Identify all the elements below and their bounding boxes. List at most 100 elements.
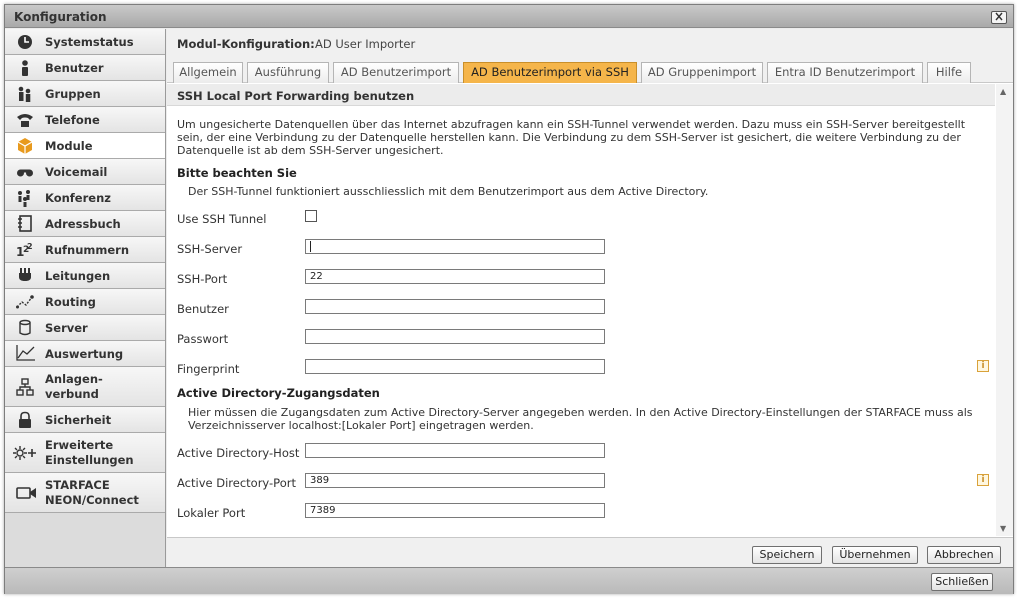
sidebar-item-label: Einstellungen — [45, 453, 134, 467]
sidebar-item-label: Sicherheit — [45, 413, 112, 427]
tab-ad-gruppenimport[interactable]: AD Gruppenimport — [641, 62, 763, 83]
lock-icon — [19, 411, 31, 428]
sidebar: Systemstatus Benutzer Gruppen Telefone M… — [5, 29, 166, 567]
conference-icon — [18, 190, 30, 207]
fingerprint-input[interactable] — [305, 359, 605, 374]
window-title: Konfiguration — [14, 10, 107, 24]
note-text: Der SSH-Tunnel funktioniert ausschliessl… — [188, 185, 709, 198]
local-port-label: Lokaler Port — [177, 506, 246, 520]
sidebar-item-gruppen[interactable]: Gruppen — [5, 81, 165, 107]
sidebar-item-sicherheit[interactable]: Sicherheit — [5, 407, 165, 433]
sidebar-item-label: Konferenz — [45, 191, 111, 205]
sidebar-item-label: Gruppen — [45, 87, 101, 101]
close-icon — [995, 12, 1003, 21]
sidebar-item-label: Routing — [45, 295, 96, 309]
numbers-icon: 122 — [16, 242, 33, 259]
sidebar-item-telefone[interactable]: Telefone — [5, 107, 165, 133]
tab-ad-benutzerimport[interactable]: AD Benutzerimport — [333, 62, 459, 83]
info-icon[interactable]: i — [977, 360, 989, 372]
sidebar-item-adressbuch[interactable]: Adressbuch — [5, 211, 165, 237]
sidebar-item-label: Leitungen — [45, 269, 111, 283]
info-icon[interactable]: i — [977, 474, 989, 486]
cancel-button[interactable]: Abbrechen — [927, 546, 1001, 564]
passwort-label: Passwort — [177, 332, 229, 346]
ssh-port-label: SSH-Port — [177, 272, 228, 286]
sidebar-item-label: Erweiterte — [45, 438, 114, 452]
sidebar-item-benutzer[interactable]: Benutzer — [5, 55, 165, 81]
svg-text:2: 2 — [27, 242, 33, 251]
config-window: Konfiguration Systemstatus Benutzer Grup… — [4, 4, 1014, 594]
sidebar-item-leitungen[interactable]: Leitungen — [5, 263, 165, 289]
settings-icon — [13, 446, 36, 460]
routing-icon — [16, 295, 34, 309]
sidebar-item-module[interactable]: Module — [5, 133, 165, 159]
section-title-bar: SSH Local Port Forwarding benutzen — [167, 84, 995, 106]
sidebar-item-label: Module — [45, 139, 93, 153]
tab-entra-id-benutzerimport[interactable]: Entra ID Benutzerimport — [767, 62, 923, 83]
voicemail-icon — [17, 169, 33, 177]
sidebar-item-label: Systemstatus — [45, 35, 134, 49]
sidebar-item-anlagenverbund[interactable]: Anlagen- verbund — [5, 367, 165, 407]
server-icon — [19, 319, 31, 336]
use-ssh-tunnel-checkbox[interactable] — [305, 210, 317, 222]
camera-icon — [16, 487, 36, 499]
benutzer-input[interactable] — [305, 299, 605, 314]
addressbook-icon — [18, 215, 32, 232]
tab-allgemein[interactable]: Allgemein — [173, 62, 243, 83]
ad-port-input[interactable]: 389 — [305, 473, 605, 488]
module-header: Modul-Konfiguration: AD User Importer — [167, 29, 1013, 57]
plug-icon — [19, 268, 31, 281]
sidebar-item-label: Voicemail — [45, 165, 108, 179]
vertical-scrollbar[interactable]: ▲ ▼ — [996, 84, 1013, 536]
passwort-input[interactable] — [305, 329, 605, 344]
intro-text-line: Datenquelle ist ab dem SSH-Server ungesi… — [177, 144, 444, 157]
sidebar-item-erweiterte-einstellungen[interactable]: Erweiterte Einstellungen — [5, 433, 165, 473]
scroll-down-arrow-icon[interactable]: ▼ — [1000, 524, 1006, 533]
tab-ad-benutzerimport-ssh[interactable]: AD Benutzerimport via SSH — [463, 62, 637, 83]
sidebar-item-konferenz[interactable]: Konferenz — [5, 185, 165, 211]
sidebar-item-voicemail[interactable]: Voicemail — [5, 159, 165, 185]
network-icon — [16, 378, 34, 396]
note-title: Bitte beachten Sie — [177, 166, 297, 180]
window-footer: Schließen — [5, 567, 1013, 594]
sidebar-item-label: Auswertung — [45, 347, 124, 361]
module-header-value: AD User Importer — [315, 37, 416, 51]
sidebar-item-label: STARFACE — [45, 478, 110, 492]
save-button[interactable]: Speichern — [752, 546, 822, 564]
scroll-up-arrow-icon[interactable]: ▲ — [1000, 87, 1006, 96]
sidebar-item-label: Anlagen- — [45, 372, 103, 386]
sidebar-item-routing[interactable]: Routing — [5, 289, 165, 315]
tab-bar: Allgemein Ausführung AD Benutzerimport A… — [167, 57, 1013, 83]
sidebar-item-label: verbund — [45, 387, 99, 401]
intro-text-line: sein, der eine Verbindung zu der Datenqu… — [177, 131, 961, 144]
text-cursor — [310, 241, 311, 252]
tab-ausfuehrung[interactable]: Ausführung — [247, 62, 329, 83]
ssh-server-input[interactable] — [305, 239, 605, 254]
tab-hilfe[interactable]: Hilfe — [927, 62, 971, 83]
close-window-button[interactable]: Schließen — [931, 573, 993, 591]
use-ssh-tunnel-label: Use SSH Tunnel — [177, 212, 267, 226]
sidebar-item-rufnummern[interactable]: 122 Rufnummern — [5, 237, 165, 263]
ad-host-input[interactable] — [305, 443, 605, 458]
ssh-port-input[interactable]: 22 — [305, 269, 605, 284]
ssh-server-label: SSH-Server — [177, 242, 243, 256]
ad-host-label: Active Directory-Host — [177, 446, 300, 460]
local-port-input[interactable]: 7389 — [305, 503, 605, 518]
sidebar-item-systemstatus[interactable]: Systemstatus — [5, 29, 165, 55]
sidebar-item-starface-neon[interactable]: STARFACE NEON/Connect — [5, 473, 165, 513]
phone-icon — [17, 114, 33, 127]
sidebar-item-label: Server — [45, 321, 88, 335]
sidebar-item-server[interactable]: Server — [5, 315, 165, 341]
apply-button[interactable]: Übernehmen — [832, 546, 918, 564]
sidebar-item-label: Benutzer — [45, 61, 104, 75]
sidebar-item-label: Telefone — [45, 113, 100, 127]
sidebar-item-auswertung[interactable]: Auswertung — [5, 341, 165, 367]
clock-icon — [18, 35, 32, 49]
titlebar: Konfiguration — [5, 5, 1013, 28]
ad-port-label: Active Directory-Port — [177, 476, 296, 490]
sidebar-item-label: Rufnummern — [45, 243, 130, 257]
window-close-button[interactable] — [991, 11, 1007, 24]
action-button-bar: Speichern Übernehmen Abbrechen — [167, 537, 1013, 567]
fingerprint-label: Fingerprint — [177, 362, 240, 376]
intro-text-line: Um ungesicherte Datenquellen über das In… — [177, 118, 966, 131]
